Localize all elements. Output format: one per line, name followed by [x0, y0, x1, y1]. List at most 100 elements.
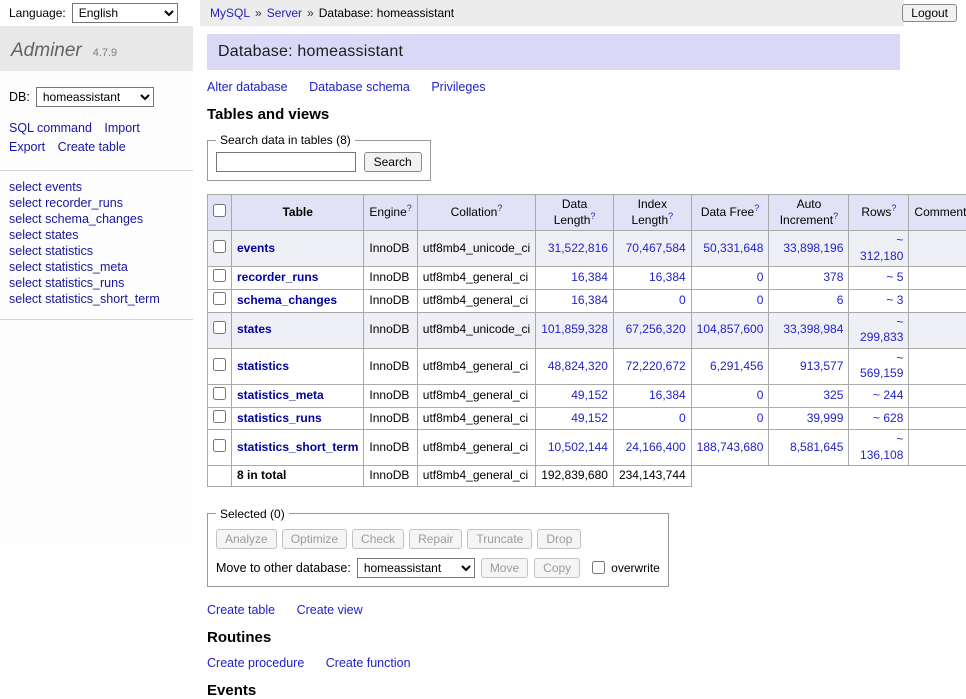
- breadcrumb-link-mysql[interactable]: MySQL: [210, 6, 250, 20]
- row-checkbox[interactable]: [213, 358, 226, 371]
- data-free-link[interactable]: 6,291,456: [710, 359, 763, 373]
- index-length-link[interactable]: 72,220,672: [626, 359, 686, 373]
- table-name-link[interactable]: statistics_meta: [237, 388, 324, 402]
- data-length-link[interactable]: 16,384: [571, 270, 608, 284]
- help-link[interactable]: ?: [891, 203, 896, 213]
- rows-link[interactable]: ~ 628: [873, 411, 903, 425]
- sidebar-link-select-states[interactable]: select states: [9, 227, 184, 243]
- table-name-link[interactable]: recorder_runs: [237, 270, 318, 284]
- data-free-link[interactable]: 104,857,600: [697, 322, 764, 336]
- privileges-link[interactable]: Privileges: [431, 80, 485, 94]
- data-length-cell: 48,824,320: [536, 348, 614, 384]
- auto-increment-link[interactable]: 33,898,196: [783, 241, 843, 255]
- data-free-link[interactable]: 50,331,648: [703, 241, 763, 255]
- breadcrumb-separator: »: [255, 6, 262, 20]
- sidebar-link-select-events[interactable]: select events: [9, 179, 184, 195]
- auto-increment-link[interactable]: 913,577: [800, 359, 843, 373]
- index-length-link[interactable]: 70,467,584: [626, 241, 686, 255]
- help-link[interactable]: ?: [668, 211, 673, 221]
- help-link[interactable]: ?: [754, 203, 759, 213]
- row-checkbox[interactable]: [213, 321, 226, 334]
- rows-link[interactable]: ~ 299,833: [860, 315, 903, 345]
- sidebar-link-select-recorder-runs[interactable]: select recorder_runs: [9, 195, 184, 211]
- overwrite-label[interactable]: overwrite: [611, 561, 660, 575]
- row-checkbox[interactable]: [213, 292, 226, 305]
- auto-increment-link[interactable]: 6: [837, 293, 844, 307]
- data-free-link[interactable]: 0: [757, 293, 764, 307]
- move-database-select[interactable]: homeassistant: [357, 558, 475, 578]
- data-free-link[interactable]: 0: [757, 388, 764, 402]
- sidebar-link-sql-command[interactable]: SQL command: [9, 121, 92, 135]
- table-name-link[interactable]: states: [237, 322, 272, 336]
- create-table-link[interactable]: Create table: [207, 603, 275, 617]
- rows-link[interactable]: ~ 136,108: [860, 432, 903, 462]
- auto-increment-link[interactable]: 378: [823, 270, 843, 284]
- index-length-link[interactable]: 0: [679, 411, 686, 425]
- data-length-link[interactable]: 31,522,816: [548, 241, 608, 255]
- search-button[interactable]: Search: [364, 152, 422, 172]
- sidebar-link-import[interactable]: Import: [104, 121, 139, 135]
- sidebar-link-create-table[interactable]: Create table: [58, 140, 126, 154]
- index-length-link[interactable]: 67,256,320: [626, 322, 686, 336]
- data-length-link[interactable]: 101,859,328: [541, 322, 608, 336]
- data-length-link[interactable]: 49,152: [571, 411, 608, 425]
- help-link[interactable]: ?: [833, 211, 838, 221]
- data-length-link[interactable]: 10,502,144: [548, 440, 608, 454]
- auto-increment-link[interactable]: 33,398,984: [783, 322, 843, 336]
- logout-button[interactable]: Logout: [902, 4, 957, 22]
- rows-link[interactable]: ~ 244: [873, 388, 903, 402]
- auto-increment-cell: 33,898,196: [769, 231, 849, 267]
- data-free-link[interactable]: 0: [757, 411, 764, 425]
- rows-link[interactable]: ~ 569,159: [860, 351, 903, 381]
- overwrite-checkbox[interactable]: [592, 561, 605, 574]
- sidebar-link-select-statistics-meta[interactable]: select statistics_meta: [9, 259, 184, 275]
- total-row: 8 in total InnoDB utf8mb4_general_ci 192…: [208, 466, 966, 487]
- sidebar-link-select-schema-changes[interactable]: select schema_changes: [9, 211, 184, 227]
- db-select[interactable]: homeassistant: [36, 87, 154, 107]
- sidebar-link-export[interactable]: Export: [9, 140, 45, 154]
- auto-increment-link[interactable]: 325: [823, 388, 843, 402]
- index-length-link[interactable]: 24,166,400: [626, 440, 686, 454]
- rows-link[interactable]: ~ 3: [886, 293, 903, 307]
- table-name-link[interactable]: events: [237, 241, 275, 255]
- rows-link[interactable]: ~ 5: [886, 270, 903, 284]
- table-name-link[interactable]: statistics_runs: [237, 411, 322, 425]
- row-checkbox[interactable]: [213, 410, 226, 423]
- auto-increment-link[interactable]: 8,581,645: [790, 440, 843, 454]
- table-name-link[interactable]: schema_changes: [237, 293, 337, 307]
- data-length-link[interactable]: 49,152: [571, 388, 608, 402]
- help-link[interactable]: ?: [497, 203, 502, 213]
- sidebar-link-select-statistics[interactable]: select statistics: [9, 243, 184, 259]
- help-link[interactable]: ?: [590, 211, 595, 221]
- rows-link[interactable]: ~ 312,180: [860, 233, 903, 263]
- row-checkbox[interactable]: [213, 387, 226, 400]
- create-view-link[interactable]: Create view: [297, 603, 363, 617]
- row-checkbox[interactable]: [213, 269, 226, 282]
- database-schema-link[interactable]: Database schema: [309, 80, 410, 94]
- table-name-link[interactable]: statistics_short_term: [237, 440, 358, 454]
- language-select[interactable]: English: [72, 3, 178, 23]
- auto-increment-link[interactable]: 39,999: [807, 411, 844, 425]
- search-input[interactable]: [216, 152, 356, 172]
- row-checkbox[interactable]: [213, 439, 226, 452]
- breadcrumb-link-server[interactable]: Server: [267, 6, 302, 20]
- index-length-link[interactable]: 16,384: [649, 270, 686, 284]
- engine-cell: InnoDB: [364, 407, 417, 430]
- language-label: Language:: [9, 6, 66, 20]
- row-checkbox[interactable]: [213, 240, 226, 253]
- create-procedure-link[interactable]: Create procedure: [207, 656, 304, 670]
- index-length-link[interactable]: 0: [679, 293, 686, 307]
- data-length-link[interactable]: 16,384: [571, 293, 608, 307]
- data-free-link[interactable]: 0: [757, 270, 764, 284]
- sidebar-link-select-statistics-short-term[interactable]: select statistics_short_term: [9, 291, 184, 307]
- data-length-link[interactable]: 48,824,320: [548, 359, 608, 373]
- index-length-link[interactable]: 16,384: [649, 388, 686, 402]
- create-function-link[interactable]: Create function: [326, 656, 411, 670]
- data-free-link[interactable]: 188,743,680: [697, 440, 764, 454]
- sidebar-link-select-statistics-runs[interactable]: select statistics_runs: [9, 275, 184, 291]
- row-checkbox-cell: [208, 407, 232, 430]
- table-name-link[interactable]: statistics: [237, 359, 289, 373]
- alter-database-link[interactable]: Alter database: [207, 80, 288, 94]
- help-link[interactable]: ?: [407, 203, 412, 213]
- select-all-checkbox[interactable]: [213, 204, 226, 217]
